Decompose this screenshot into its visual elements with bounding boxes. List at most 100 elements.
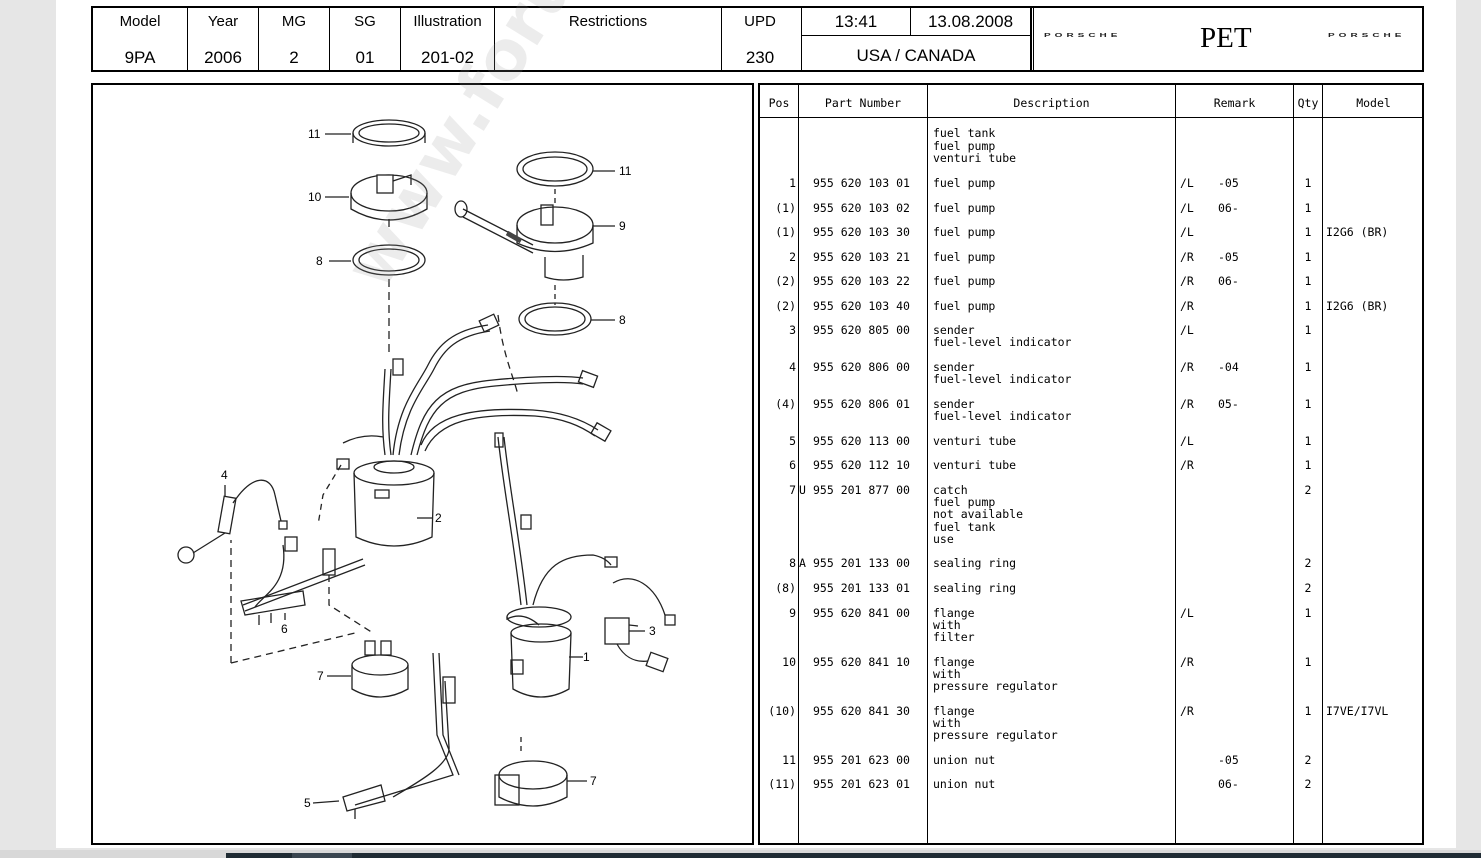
intro-description-line: fuel tank (933, 126, 996, 140)
row-description-line: with (933, 618, 961, 633)
brand-cell: PORSCHE PET PORSCHE (1033, 8, 1423, 70)
row-part-number: 955 620 806 00 (813, 360, 910, 374)
row-qty: 1 (1304, 606, 1312, 620)
illustration-value: 201-02 (421, 48, 474, 67)
row-qty: 2 (1304, 777, 1312, 791)
callout-7-right: 7 (590, 774, 597, 788)
row-pos: (10) (768, 704, 796, 718)
callout-2: 2 (435, 511, 442, 525)
year-value: 2006 (204, 48, 242, 67)
date-value: 13.08.2008 (927, 12, 1014, 31)
row-part-number: 955 620 103 40 (813, 299, 910, 313)
col-header-description: Description (1013, 96, 1090, 110)
row-part-number: 955 201 133 01 (813, 581, 910, 595)
callout-11-left: 11 (308, 127, 321, 141)
row-description-line: fuel pump (933, 495, 996, 510)
row-side: /R (1180, 397, 1194, 411)
col-header-part-number: Part Number (824, 96, 902, 110)
callout-10: 10 (308, 190, 322, 204)
callout-3: 3 (649, 624, 656, 638)
row-description-line: with (933, 667, 961, 682)
row-side: /L (1180, 225, 1194, 239)
row-description-line: union nut (933, 753, 996, 767)
row-description-line: filter (933, 630, 975, 645)
mg-cell: MG 2 (259, 8, 330, 70)
illustration-label: Illustration (413, 13, 482, 30)
row-qty: 1 (1304, 274, 1312, 288)
venturi-tube-right (242, 558, 366, 612)
parts-list-table: Pos Part Number Description Remark Qty M… (758, 83, 1424, 845)
row-model: I2G6 (BR) (1326, 225, 1389, 239)
callout-6: 6 (281, 622, 288, 636)
row-part-number: 955 201 623 01 (813, 777, 910, 791)
row-pos: (2) (775, 274, 796, 288)
porsche-logo-right: PORSCHE (1328, 32, 1406, 39)
row-qty: 1 (1304, 397, 1312, 411)
row-part-number: 955 620 806 01 (813, 397, 910, 411)
callout-4: 4 (221, 468, 228, 482)
row-part-number: 955 201 877 00 (813, 483, 910, 497)
fuel-pump-diagram: 11 10 8 11 9 8 4 2 6 3 1 7 5 7 (177, 119, 676, 819)
col-header-model: Model (1356, 96, 1391, 110)
model-label: Model (119, 13, 161, 30)
row-part-number: 955 620 103 01 (813, 176, 910, 190)
row-side: /R (1180, 274, 1194, 288)
sg-label: SG (354, 13, 376, 30)
row-part-number: 955 620 103 02 (813, 201, 910, 215)
row-qty: 1 (1304, 299, 1312, 313)
row-pos: 9 (789, 606, 796, 620)
row-description-line: fuel pump (933, 225, 996, 239)
row-pos: 6 (789, 458, 796, 472)
row-description-line: with (933, 716, 961, 731)
row-remark: -05 (1218, 176, 1239, 190)
row-description-line: fuel-level indicator (933, 409, 1072, 424)
row-description-line: fuel tank (933, 519, 996, 534)
row-side: /R (1180, 655, 1194, 669)
row-description-line: fuel pump (933, 274, 996, 288)
col-header-remark: Remark (1213, 96, 1256, 110)
row-description-line: sender (933, 360, 975, 374)
row-qty: 2 (1304, 581, 1312, 595)
row-side: /L (1180, 323, 1194, 337)
row-remark: 06- (1218, 274, 1239, 288)
row-side: /L (1180, 176, 1194, 190)
row-side: /R (1180, 250, 1194, 264)
row-model: I2G6 (BR) (1326, 299, 1389, 313)
row-description-line: pressure regulator (933, 728, 1058, 743)
row-description-line: sealing ring (933, 581, 1017, 595)
row-qty: 1 (1304, 655, 1312, 669)
col-header-qty: Qty (1297, 96, 1319, 110)
row-description-line: sealing ring (933, 556, 1017, 570)
row-pos: 10 (782, 655, 796, 669)
row-qty: 1 (1304, 225, 1312, 239)
upd-cell: UPD 230 (722, 8, 798, 70)
row-pos: (1) (775, 201, 796, 215)
row-description-line: pressure regulator (933, 679, 1058, 694)
year-label: Year (207, 13, 239, 30)
sg-cell: SG 01 (330, 8, 401, 70)
row-part-number: 955 620 103 21 (813, 250, 910, 264)
row-description-line: not available (933, 507, 1024, 522)
mg-value: 2 (289, 48, 299, 67)
row-qty: 1 (1304, 176, 1312, 190)
model-cell: Model 9PA (93, 8, 188, 70)
row-pos: 11 (782, 753, 796, 767)
row-side: /L (1180, 606, 1194, 620)
row-part-number: 955 620 103 30 (813, 225, 910, 239)
row-pos: (11) (768, 777, 796, 791)
upd-value: 230 (745, 48, 775, 67)
row-qty: 1 (1304, 201, 1312, 215)
row-model: I7VE/I7VL (1326, 704, 1389, 718)
row-part-number: 955 620 103 22 (813, 274, 910, 288)
row-qty: 1 (1304, 704, 1312, 718)
restrictions-label: Restrictions (568, 13, 648, 30)
callout-8-left: 8 (316, 254, 323, 268)
row-part-number: 955 620 113 00 (813, 434, 910, 448)
row-side: /L (1180, 201, 1194, 215)
venturi-tube-left (354, 652, 460, 806)
row-qty: 1 (1304, 323, 1312, 337)
intro-description-line: venturi tube (933, 151, 1017, 165)
restrictions-cell: Restrictions (495, 8, 722, 70)
model-value: 9PA (124, 48, 156, 67)
row-part-number: 955 620 841 10 (813, 655, 910, 669)
